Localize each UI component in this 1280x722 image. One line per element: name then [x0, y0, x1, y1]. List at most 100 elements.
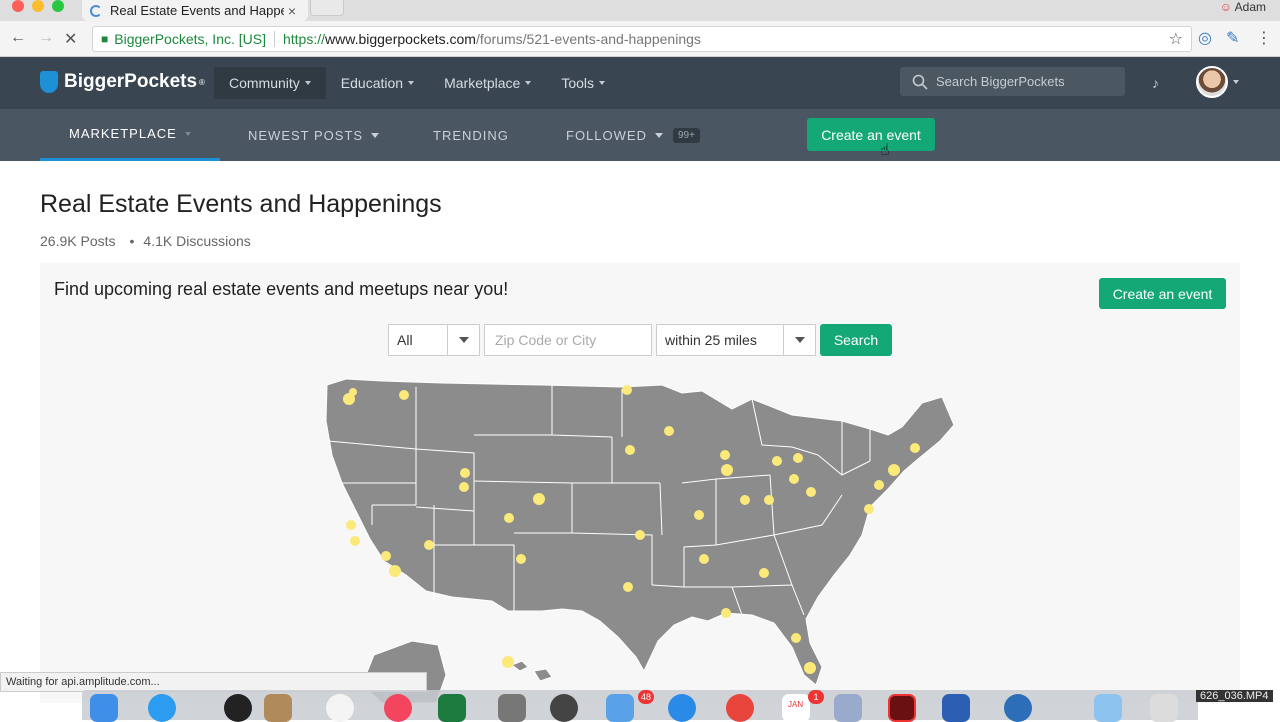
mail-icon[interactable] [606, 694, 634, 722]
nav-marketplace[interactable]: Marketplace [429, 67, 546, 99]
app-store-icon[interactable] [148, 694, 176, 722]
chrome-icon[interactable] [726, 694, 754, 722]
event-marker[interactable] [721, 608, 731, 618]
create-event-button-secondary[interactable]: Create an event [1099, 278, 1226, 309]
safari-icon[interactable] [668, 694, 696, 722]
event-marker[interactable] [764, 495, 774, 505]
event-marker[interactable] [399, 390, 409, 400]
excel-icon[interactable] [438, 694, 466, 722]
event-marker[interactable] [804, 662, 816, 674]
event-marker[interactable] [720, 450, 730, 460]
event-marker[interactable] [910, 443, 920, 453]
event-marker[interactable] [721, 464, 733, 476]
radius-select[interactable]: within 25 miles [656, 324, 816, 356]
zip-code-input[interactable] [484, 324, 652, 356]
event-type-select[interactable]: All [388, 324, 480, 356]
quicktime-icon[interactable] [1004, 694, 1032, 722]
calendar-icon[interactable]: JAN [782, 694, 810, 722]
tab-followed[interactable]: FOLLOWED 99+ [566, 109, 700, 161]
event-marker[interactable] [664, 426, 674, 436]
notification-bell-icon[interactable]: ♪ [1152, 75, 1159, 91]
event-marker[interactable] [622, 385, 632, 395]
us-events-map[interactable] [322, 375, 962, 703]
event-marker[interactable] [806, 487, 816, 497]
event-marker[interactable] [635, 530, 645, 540]
lock-icon: ■ [101, 32, 109, 46]
divider [273, 31, 275, 47]
itunes-icon[interactable] [384, 694, 412, 722]
event-marker[interactable] [791, 633, 801, 643]
downloads-folder-icon[interactable] [1094, 694, 1122, 722]
browser-menu-icon[interactable]: ⋮ [1256, 28, 1272, 48]
event-marker[interactable] [623, 582, 633, 592]
event-marker[interactable] [424, 540, 434, 550]
event-marker[interactable] [459, 482, 469, 492]
address-bar-row: ← → ✕ ■ BiggerPockets, Inc. [US] https:/… [0, 21, 1280, 57]
search-button[interactable]: Search [820, 324, 892, 356]
acrobat-icon[interactable] [888, 694, 916, 722]
address-bar[interactable]: ■ BiggerPockets, Inc. [US] https://www.b… [92, 26, 1192, 52]
event-marker[interactable] [533, 493, 545, 505]
event-marker[interactable] [793, 453, 803, 463]
tab-marketplace[interactable]: MARKETPLACE [40, 109, 220, 161]
chevron-down-icon [654, 132, 663, 138]
trash-icon[interactable] [1150, 694, 1178, 722]
zoom-window-button[interactable] [52, 0, 64, 12]
preview-icon[interactable] [834, 694, 862, 722]
photos-icon[interactable] [326, 694, 354, 722]
event-marker[interactable] [694, 510, 704, 520]
select-value: within 25 miles [665, 332, 757, 348]
close-window-button[interactable] [12, 0, 24, 12]
contacts-icon[interactable] [264, 694, 292, 722]
finder-icon[interactable] [90, 694, 118, 722]
search-input[interactable] [936, 74, 1116, 89]
minimize-window-button[interactable] [32, 0, 44, 12]
extension-icon[interactable]: ◎ [1198, 28, 1212, 48]
active-tab[interactable]: Real Estate Events and Happenings × [82, 0, 308, 21]
event-marker[interactable] [740, 495, 750, 505]
tab-label: MARKETPLACE [69, 126, 177, 141]
event-marker[interactable] [504, 513, 514, 523]
event-marker[interactable] [381, 551, 391, 561]
tab-close-icon[interactable]: × [284, 3, 300, 19]
create-event-button[interactable]: Create an event [807, 118, 935, 151]
back-icon[interactable]: ← [10, 29, 26, 47]
event-marker[interactable] [516, 554, 526, 564]
event-marker[interactable] [874, 480, 884, 490]
browser-profile[interactable]: ☺ Adam [1220, 0, 1266, 14]
event-marker[interactable] [625, 445, 635, 455]
tab-newest-posts[interactable]: NEWEST POSTS [248, 109, 380, 161]
translate-extension-icon[interactable]: ✎ [1226, 28, 1239, 48]
site-logo[interactable]: BiggerPockets ® [40, 71, 205, 93]
tab-title: Real Estate Events and Happenings [110, 3, 284, 18]
event-marker[interactable] [349, 388, 357, 396]
chevron-down-icon[interactable] [1233, 80, 1239, 84]
nav-community[interactable]: Community [214, 67, 326, 99]
event-marker[interactable] [789, 474, 799, 484]
system-preferences-icon[interactable] [498, 694, 526, 722]
word-icon[interactable] [942, 694, 970, 722]
nav-education[interactable]: Education [326, 67, 429, 99]
stop-loading-icon[interactable]: ✕ [64, 29, 77, 49]
event-marker[interactable] [888, 464, 900, 476]
event-marker[interactable] [460, 468, 470, 478]
chevron-down-icon [447, 325, 479, 355]
event-marker[interactable] [350, 536, 360, 546]
tab-trending[interactable]: TRENDING [433, 109, 509, 161]
bookmark-star-icon[interactable]: ☆ [1169, 29, 1183, 49]
chevron-down-icon [408, 81, 415, 85]
event-marker[interactable] [759, 568, 769, 578]
new-tab-button[interactable] [310, 0, 344, 16]
event-marker[interactable] [346, 520, 356, 530]
avatar[interactable] [1196, 66, 1228, 98]
event-marker[interactable] [772, 456, 782, 466]
music-app-icon[interactable] [224, 694, 252, 722]
screenflow-icon[interactable] [550, 694, 578, 722]
event-marker[interactable] [699, 554, 709, 564]
forward-icon[interactable]: → [38, 29, 54, 47]
event-marker[interactable] [864, 504, 874, 514]
event-marker[interactable] [502, 656, 514, 668]
profile-icon: ☺ [1219, 0, 1232, 14]
event-marker[interactable] [389, 565, 401, 577]
nav-tools[interactable]: Tools [546, 67, 620, 99]
